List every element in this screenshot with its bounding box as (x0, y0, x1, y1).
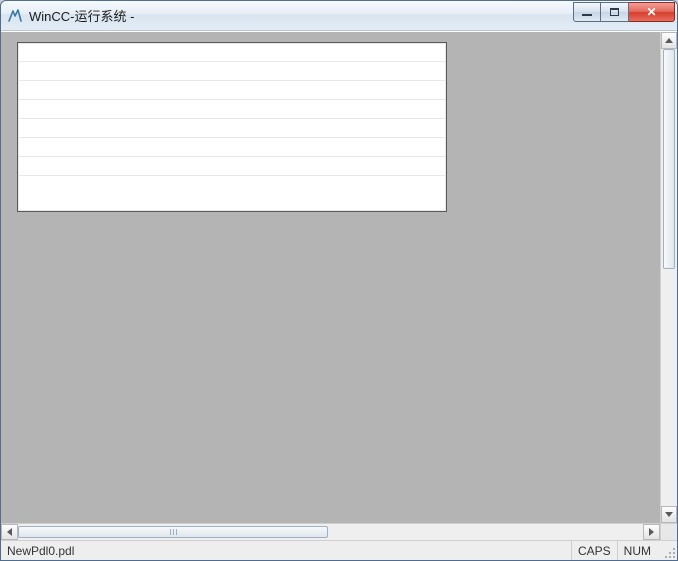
status-filename: NewPdl0.pdl (1, 541, 80, 560)
window-title: WinCC-运行系统 - (29, 6, 134, 25)
title-bar[interactable]: WinCC-运行系统 - ✕ (1, 1, 677, 31)
vertical-scroll-thumb[interactable] (663, 49, 675, 269)
chevron-right-icon (649, 528, 654, 536)
list-row[interactable] (18, 81, 446, 100)
list-row[interactable] (18, 100, 446, 119)
list-panel[interactable] (17, 42, 447, 212)
scrollbar-corner (660, 524, 677, 540)
minimize-icon (582, 14, 592, 16)
chevron-left-icon (7, 528, 12, 536)
chevron-down-icon (665, 512, 673, 517)
horizontal-scroll-track[interactable] (18, 524, 643, 540)
thumb-grip-icon (168, 529, 178, 535)
scroll-left-button[interactable] (1, 524, 18, 540)
close-button[interactable]: ✕ (629, 2, 675, 22)
list-row[interactable] (18, 157, 446, 176)
vertical-scroll-track[interactable] (661, 49, 677, 506)
list-row[interactable] (18, 138, 446, 157)
wincc-app-icon (7, 8, 23, 24)
size-grip-icon (662, 545, 676, 559)
close-icon: ✕ (646, 6, 656, 18)
status-num: NUM (618, 541, 657, 560)
minimize-button[interactable] (573, 2, 601, 22)
scroll-right-button[interactable] (643, 524, 660, 540)
scroll-up-button[interactable] (661, 32, 677, 49)
chevron-up-icon (665, 38, 673, 43)
window-controls: ✕ (573, 2, 675, 22)
list-row[interactable] (18, 119, 446, 138)
list-row[interactable] (18, 62, 446, 81)
maximize-button[interactable] (601, 2, 629, 22)
vertical-scrollbar[interactable] (660, 32, 677, 523)
app-window: WinCC-运行系统 - ✕ (0, 0, 678, 561)
list-row[interactable] (18, 43, 446, 62)
size-grip[interactable] (659, 541, 677, 560)
canvas-area[interactable] (1, 32, 660, 523)
horizontal-scroll-thumb[interactable] (18, 526, 328, 538)
status-bar: NewPdl0.pdl CAPS NUM (1, 540, 677, 560)
client-area: NewPdl0.pdl CAPS NUM (1, 31, 677, 560)
status-caps: CAPS (572, 541, 617, 560)
list-row[interactable] (18, 176, 446, 195)
viewport-row (1, 32, 677, 523)
horizontal-scrollbar[interactable] (1, 523, 677, 540)
scroll-down-button[interactable] (661, 506, 677, 523)
maximize-icon (610, 8, 619, 16)
